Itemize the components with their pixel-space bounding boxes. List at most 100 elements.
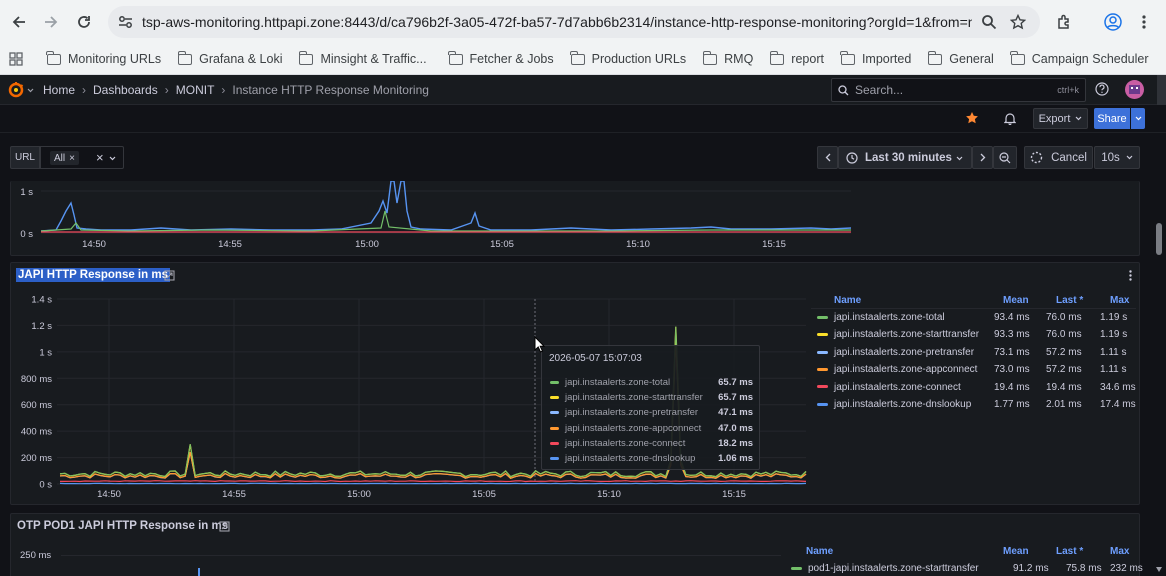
time-shift-forward-button[interactable]: [972, 146, 993, 169]
zoom-icon[interactable]: [981, 14, 997, 30]
bookmark-item[interactable]: Grafana & Loki: [177, 50, 282, 66]
bookmark-star-icon[interactable]: [1010, 14, 1026, 30]
forward-button[interactable]: [35, 6, 67, 38]
bookmark-item[interactable]: report: [769, 50, 824, 66]
y-tick-label: 400 ms: [21, 427, 52, 438]
bookmark-item[interactable]: Production URLs: [570, 50, 686, 66]
export-button[interactable]: Export: [1033, 108, 1088, 129]
reload-button[interactable]: [68, 6, 100, 38]
scroll-down-arrow-icon[interactable]: [1156, 567, 1162, 572]
bookmark-item[interactable]: Fetcher & Jobs: [447, 50, 554, 66]
previous-timeseries-chart: 1 s 0 s 14:50 14:55 15:00 15:05 15:10 15:15: [20, 180, 852, 250]
scrollbar-thumb[interactable]: [1156, 223, 1162, 255]
legend-max: 1.19 s: [1100, 329, 1128, 341]
x-tick-label: 15:15: [722, 489, 746, 500]
grafana-topbar: Home › Dashboards › MONIT › Instance HTT…: [0, 75, 1166, 105]
bookmarks-bar: Monitoring URLs Grafana & Loki Minsight …: [0, 44, 1166, 75]
breadcrumb-folder[interactable]: MONIT: [176, 83, 215, 97]
bell-icon[interactable]: [1004, 112, 1016, 125]
legend-header-last[interactable]: Last *: [1056, 546, 1083, 557]
chevron-down-icon[interactable]: [109, 156, 116, 161]
legend-row[interactable]: japi.instaalerts.zone-starttransfer: [817, 329, 979, 340]
bookmark-item[interactable]: General: [927, 50, 994, 66]
breadcrumb-home[interactable]: Home: [43, 83, 75, 97]
arrow-right-icon: [45, 16, 58, 28]
legend-row[interactable]: japi.instaalerts.zone-appconnect: [817, 364, 977, 375]
legend-header-mean[interactable]: Mean: [1003, 295, 1029, 306]
star-favorite-icon[interactable]: [965, 111, 979, 125]
legend-last: 19.4 ms: [1046, 381, 1082, 393]
x-tick-label: 14:50: [97, 489, 121, 500]
time-range-picker[interactable]: Last 30 minutes: [838, 146, 972, 169]
time-shift-back-button[interactable]: [817, 146, 838, 169]
tooltip-series-name: japi.instaalerts.zone-total: [565, 377, 671, 388]
refresh-interval-picker[interactable]: 10s: [1094, 146, 1140, 169]
legend-last: 57.2 ms: [1046, 346, 1082, 358]
address-bar[interactable]: tsp-aws-monitoring.httpapi.zone:8443/d/c…: [108, 6, 1040, 38]
help-icon[interactable]: [1095, 82, 1109, 96]
legend-header-mean[interactable]: Mean: [1003, 546, 1029, 557]
legend-header-last[interactable]: Last *: [1056, 295, 1083, 306]
spinner-icon: [1030, 151, 1043, 164]
url-variable-chip[interactable]: All ×: [50, 151, 79, 165]
search-input[interactable]: Search... ctrl+k: [831, 78, 1086, 102]
bookmark-item[interactable]: RMQ: [702, 50, 753, 66]
legend-mean: 19.4 ms: [994, 381, 1030, 393]
extensions-icon[interactable]: [1056, 14, 1073, 31]
site-info-icon[interactable]: [118, 15, 133, 29]
apps-grid-icon[interactable]: [9, 52, 23, 66]
chip-remove-icon[interactable]: ×: [69, 153, 75, 164]
legend-series-name: japi.instaalerts.zone-appconnect: [834, 364, 978, 376]
x-tick-label: 15:05: [490, 239, 514, 250]
back-button[interactable]: [3, 6, 35, 38]
x-tick-label: 15:15: [762, 239, 786, 250]
share-dropdown-button[interactable]: [1131, 108, 1145, 129]
bookmark-item[interactable]: Minsight & Traffic...: [298, 50, 427, 66]
legend-header-max[interactable]: Max: [1110, 295, 1129, 306]
avatar[interactable]: [1125, 80, 1144, 99]
legend-row[interactable]: japi.instaalerts.zone-pretransfer: [817, 347, 974, 358]
chevron-down-icon: [1126, 155, 1133, 160]
browser-menu-icon[interactable]: [1141, 14, 1147, 30]
legend-header-name[interactable]: Name: [806, 546, 833, 557]
x-tick-label: 15:10: [597, 489, 621, 500]
y-tick-label: 1 s: [39, 347, 52, 358]
legend-header-name[interactable]: Name: [834, 295, 861, 306]
panel-link-icon[interactable]: [219, 521, 230, 532]
y-tick-label: 600 ms: [21, 400, 52, 411]
mouse-cursor-icon: [534, 336, 545, 353]
breadcrumb-separator: ›: [164, 83, 169, 97]
search-shortcut: ctrl+k: [1057, 85, 1079, 95]
breadcrumb-dashboards[interactable]: Dashboards: [93, 83, 158, 97]
url-variable-select[interactable]: All × ×: [40, 146, 124, 169]
cancel-refresh-button[interactable]: Cancel: [1024, 146, 1093, 169]
bookmark-item[interactable]: Monitoring URLs: [46, 50, 161, 66]
grafana-logo-icon[interactable]: [7, 81, 25, 99]
url-variable-label: URL: [10, 146, 40, 169]
bookmark-item[interactable]: Imported: [840, 50, 911, 66]
more-vertical-icon: [1128, 269, 1132, 281]
legend-max: 1.11 s: [1100, 364, 1127, 376]
panel-title[interactable]: OTP POD1 JAPI HTTP Response in ms: [17, 520, 228, 532]
clear-icon[interactable]: ×: [96, 150, 104, 165]
legend-mean: 93.4 ms: [994, 312, 1030, 323]
bookmark-item[interactable]: Campaign Scheduler: [1010, 50, 1149, 66]
chevron-down-icon[interactable]: [27, 88, 34, 93]
legend-row[interactable]: pod1-japi.instaalerts.zone-starttransfer: [791, 563, 979, 574]
panel-menu-button[interactable]: [1123, 266, 1137, 284]
legend-header-max[interactable]: Max: [1110, 546, 1129, 557]
x-tick-label: 15:05: [472, 489, 496, 500]
legend-row[interactable]: japi.instaalerts.zone-connect: [817, 382, 961, 393]
panel-previous: 1 s 0 s 14:50 14:55 15:00 15:05 15:10 15:15: [10, 180, 1140, 256]
profile-icon[interactable]: [1104, 13, 1122, 31]
tooltip-value: 65.7 ms: [718, 392, 753, 404]
legend-row[interactable]: japi.instaalerts.zone-dnslookup: [817, 399, 971, 410]
search-icon: [838, 84, 849, 95]
page-scrollbar[interactable]: [1155, 181, 1163, 576]
panel-otp-pod1-response: OTP POD1 JAPI HTTP Response in ms 250 ms…: [10, 513, 1143, 576]
arrow-left-icon: [12, 16, 25, 28]
share-button[interactable]: Share: [1094, 108, 1130, 129]
legend-swatch: [817, 385, 828, 389]
zoom-out-button[interactable]: [993, 146, 1017, 169]
legend-row[interactable]: japi.instaalerts.zone-total: [817, 312, 945, 323]
